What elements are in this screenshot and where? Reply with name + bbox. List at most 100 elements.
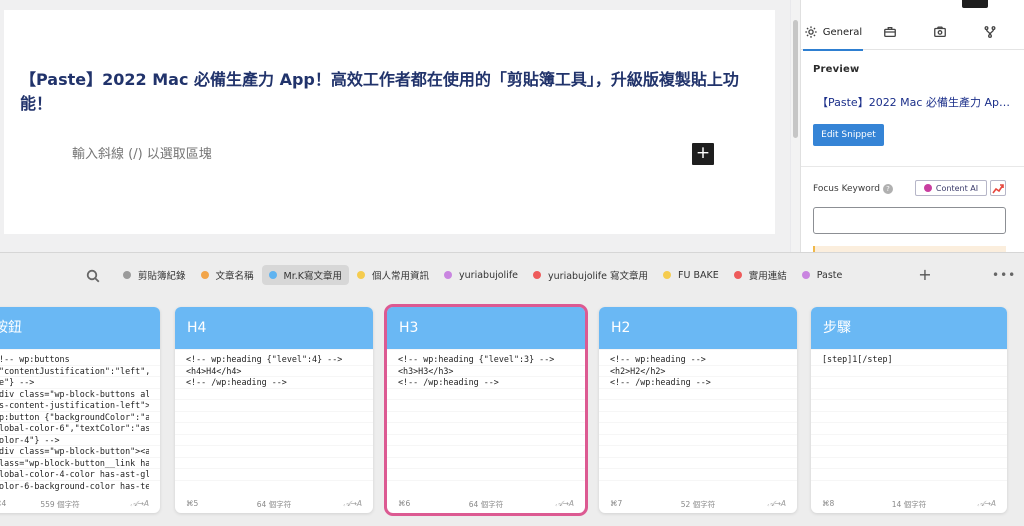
clip-card-line: is-content-justification-left"><!-- [0,400,149,410]
preview-title[interactable]: 【Paste】2022 Mac 必備生產力 App！高效工作者都在使用的「剪貼簿… [817,94,1013,110]
clip-card-line: <!-- wp:buttons [0,354,70,364]
clip-card-footer: ⌘8 14 個字符 𝒜→A [811,495,1007,513]
clip-card-line: wp:button {"backgroundColor":"ast- [0,411,149,422]
clip-card-line: <div class="wp-block-button"><a [0,446,149,456]
clip-card[interactable]: H3 <!-- wp:heading {"level":3} --> <h3>H3<… [384,304,588,516]
pinboard-color-dot [733,271,742,279]
pinboard-list: 剪貼簿紀錄 文章名稱 Mr.K寫文章用 個人常用資訊 yuriabujolife yuri… [116,263,850,287]
search-icon[interactable] [86,268,100,283]
pinboard-item[interactable]: 實用連結 [727,265,794,285]
text-format-icon[interactable]: 𝒜→A [767,499,786,509]
clip-card-line: global-color-4-color has-ast-global- [0,469,149,479]
pinboard-item[interactable]: Mr.K寫文章用 [261,265,350,285]
pinboard-label: 剪貼簿紀錄 [138,271,186,282]
clip-card-title: H2 [599,307,797,349]
pinboard-item[interactable]: Paste [795,265,850,285]
pinboard-item[interactable]: yuriabujolife [437,265,525,285]
text-format-icon[interactable]: 𝒜→A [555,499,574,509]
pinboard-color-dot [200,271,209,279]
focus-keyword-input[interactable] [813,207,1006,234]
pinboard-label: 文章名稱 [215,271,254,282]
pinboard-color-dot [268,271,277,279]
pinboard-item[interactable]: 個人常用資訊 [350,265,436,285]
preview-heading: Preview [813,64,860,75]
pinboard-label: Paste [816,269,843,281]
pinboard-item[interactable]: yuriabujolife 寫文章用 [526,265,655,285]
tab-general-label: General [822,26,863,38]
content-ai-icon [923,184,932,192]
text-format-icon[interactable]: 𝒜→A [130,499,149,509]
clip-card-line: {"contentJustification":"left","align":"… [0,365,149,376]
clip-card-footer: ⌘5 64 個字符 𝒜→A [175,495,373,513]
tab-social[interactable] [915,14,965,50]
text-format-icon[interactable]: 𝒜→A [977,499,996,509]
content-ai-button[interactable]: Content AI [915,180,987,196]
clip-card-line: <div class="wp-block-buttons alignwide [0,388,149,399]
edit-snippet-button[interactable]: Edit Snippet [813,124,884,146]
toolbar-button[interactable] [962,0,988,8]
clip-card-line: <h4>H4</h4> [186,365,242,376]
clip-card-title: H4 [175,307,373,349]
editor-canvas: 【Paste】2022 Mac 必備生產力 App！高效工作者都在使用的「剪貼簿… [4,10,775,234]
focus-keyword-label: Focus Keyword ? [813,184,894,194]
social-icon [934,26,946,38]
pinboard-item[interactable]: FU BAKE [656,265,726,285]
pinboard-label: 實用連結 [748,271,787,282]
clip-card-line: <!-- wp:heading {"level":4} --> [186,354,343,364]
tab-schema[interactable] [865,14,915,50]
clipboard-panel: 剪貼簿紀錄 文章名稱 Mr.K寫文章用 個人常用資訊 yuriabujolife yuri… [0,252,1024,526]
pinboard-label: FU BAKE [678,269,719,281]
clip-card-line: <h2>H2</h2> [610,365,666,376]
clip-card-line: <!-- /wp:heading --> [610,377,711,387]
seo-sidebar: General Preview 【Paste】2022 Mac 必備生產力 Ap… [800,0,1024,252]
clip-card-content: <!-- wp:heading {"level":4} --> <h4>H4</h… [175,349,373,491]
clip-card[interactable]: 按鈕 <!-- wp:buttons {"contentJustification"… [0,307,160,513]
pinboard-item[interactable]: 文章名稱 [194,265,261,285]
clip-card-footer: ⌘6 64 個字符 𝒜→A [387,495,585,513]
pinboard-color-dot [533,271,542,279]
sidebar-divider [801,166,1024,167]
pinboard-label: Mr.K寫文章用 [283,271,343,282]
schema-icon [884,26,896,38]
text-format-icon[interactable]: 𝒜→A [343,499,362,509]
clip-card-line: <h3>H3</h3> [398,365,454,376]
clip-card-content: <!-- wp:heading --> <h2>H2</h2> <!-- /wp:h… [599,349,797,491]
pinboard-label: yuriabujolife 寫文章用 [548,271,649,282]
clip-card-content: [step]1[/step] [811,349,1007,491]
more-icon[interactable]: ••• [992,264,1015,286]
pinboard-label: yuriabujolife [459,269,519,281]
clip-card-line: de"} --> [0,377,35,387]
clip-card-line: [step]1[/step] [822,354,893,364]
tab-general[interactable]: General [801,14,865,51]
clip-card-title: H3 [387,307,585,349]
tab-advanced[interactable] [965,14,1015,50]
gear-icon [805,26,817,38]
clip-card[interactable]: H4 <!-- wp:heading {"level":4} --> <h4>H4<… [175,307,373,513]
add-pinboard-button[interactable]: + [916,264,934,286]
content-ai-label: Content AI [935,183,979,193]
clip-card-footer: ⌘4559 個字符𝒜→A [0,495,160,513]
pinboard-label: 個人常用資訊 [372,271,430,282]
clip-card-line: <!-- wp:heading --> [610,354,706,364]
clip-card-footer: ⌘7 52 個字符 𝒜→A [599,495,797,513]
clip-card-title: 步驟 [811,307,1007,349]
add-block-button[interactable]: + [692,143,714,165]
clip-card[interactable]: 步驟 [step]1[/step] ⌘8 14 個字符 𝒜→A [811,307,1007,513]
post-title[interactable]: 【Paste】2022 Mac 必備生產力 App！高效工作者都在使用的「剪貼簿… [20,68,765,116]
clip-card-content: <!-- wp:heading {"level":3} --> <h3>H3</h… [387,349,585,491]
clip-card-line: color-6-background-color has-text- [0,480,149,491]
pinboard-color-dot [663,271,672,279]
clip-card-line: global-color-6","textColor":"ast-global- [0,423,149,433]
clip-card-line: <!-- /wp:heading --> [186,377,287,387]
pinboard-color-dot [444,271,453,279]
pinboard-bar: 剪貼簿紀錄 文章名稱 Mr.K寫文章用 個人常用資訊 yuriabujolife yuri… [0,263,1024,287]
pinboard-item[interactable]: 剪貼簿紀錄 [116,265,193,285]
editor-scroll-thumb[interactable] [793,20,798,138]
clip-card[interactable]: H2 <!-- wp:heading --> <h2>H2</h2> <!-- /wp… [599,307,797,513]
help-icon[interactable]: ? [883,184,894,194]
trend-chart-icon [992,184,1004,194]
block-placeholder[interactable]: 輸入斜線 (/) 以選取區塊 [72,143,212,162]
clip-card-line: <!-- /wp:heading --> [398,377,499,387]
trends-button[interactable] [990,180,1006,196]
clip-card-line: class="wp-block-button__link has-ast- [0,457,149,468]
